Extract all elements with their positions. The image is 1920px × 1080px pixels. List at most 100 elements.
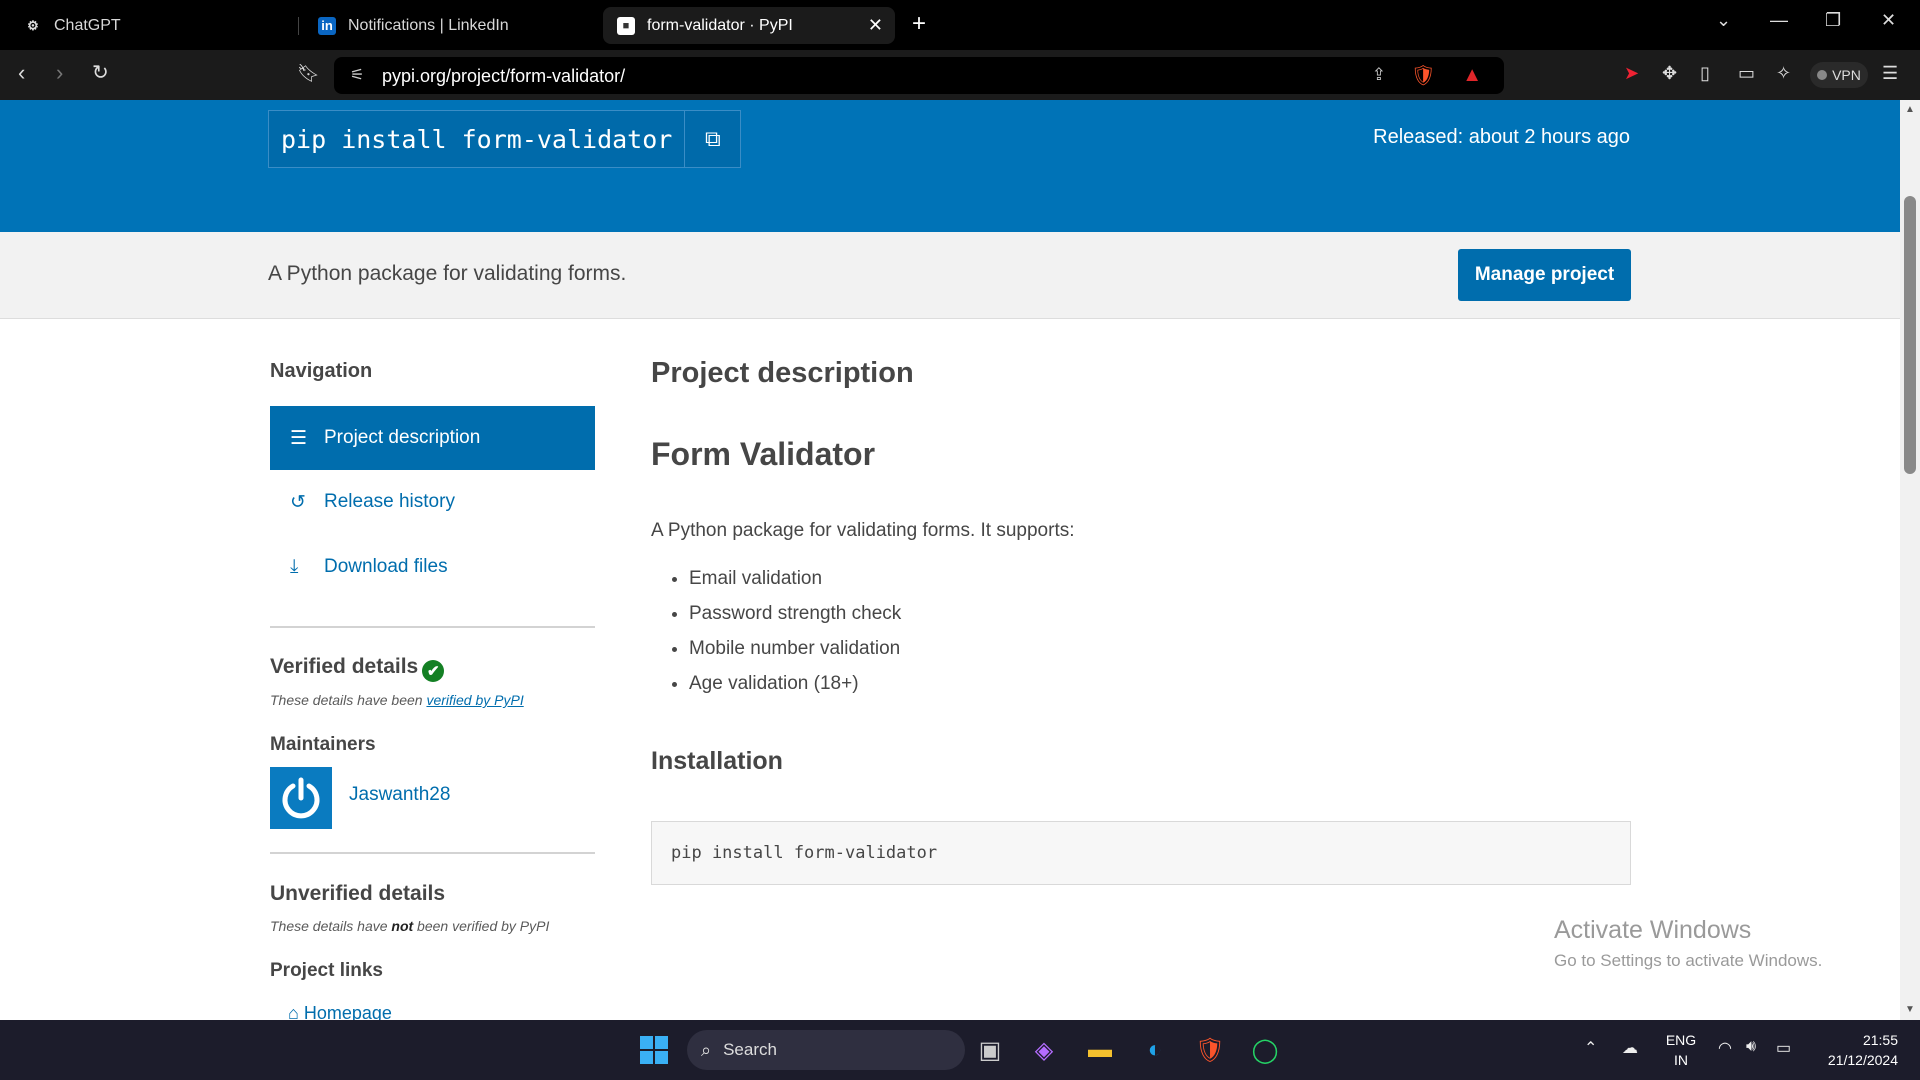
- verified-check-icon: ✔: [422, 660, 445, 682]
- unverified-note-suffix: been verified by PyPI: [413, 918, 550, 934]
- chatgpt-icon: ⚙: [27, 17, 39, 33]
- windows-start-icon[interactable]: [636, 1032, 672, 1068]
- verified-note-text: These details have been: [270, 692, 427, 708]
- whatsapp-icon[interactable]: ◯: [1247, 1032, 1283, 1068]
- package-header: pip install form-validator ⧉ Released: a…: [0, 100, 1900, 232]
- browser-toolbar: ‹ › ↻ 🔖︎ ⚟ pypi.org/project/form-validat…: [0, 50, 1920, 100]
- activate-windows-watermark: Activate Windows Go to Settings to activ…: [1554, 916, 1822, 971]
- tab-list-chevron-icon[interactable]: ⌄: [1716, 10, 1731, 31]
- bookmark-icon[interactable]: 🔖︎: [297, 63, 320, 84]
- pip-command-box: pip install form-validator ⧉: [268, 110, 742, 168]
- tab-form-validator[interactable]: ■ form-validator · PyPI ✕: [603, 7, 895, 44]
- date: 21/12/2024: [1827, 1052, 1898, 1068]
- task-view-icon[interactable]: ▣: [972, 1032, 1008, 1068]
- feature-list: Email validation Password strength check…: [689, 568, 901, 708]
- list-icon: ☰: [290, 427, 308, 449]
- copy-icon[interactable]: ⧉: [684, 111, 740, 167]
- maintainers-heading: Maintainers: [270, 734, 376, 755]
- search-label: Search: [723, 1040, 777, 1059]
- taskbar-search[interactable]: ⌕ Search: [687, 1030, 965, 1070]
- readme-title: Form Validator: [651, 436, 876, 472]
- scrollbar-thumb[interactable]: [1904, 196, 1916, 474]
- manage-project-button[interactable]: Manage project: [1458, 249, 1631, 301]
- minimize-icon[interactable]: —: [1770, 10, 1788, 31]
- forward-icon[interactable]: ›: [56, 60, 63, 86]
- battery-icon[interactable]: ▭: [1776, 1038, 1791, 1058]
- volume-icon[interactable]: 🔊︎: [1746, 1038, 1756, 1056]
- power-avatar-icon: [282, 777, 320, 819]
- tab-linkedin[interactable]: in Notifications | LinkedIn: [304, 7, 594, 44]
- maintainer-link[interactable]: Jaswanth28: [349, 784, 450, 806]
- pip-command[interactable]: pip install form-validator: [269, 111, 684, 167]
- install-code-block[interactable]: pip install form-validator: [651, 821, 1631, 885]
- download-icon: ⤓: [290, 556, 299, 577]
- menu-icon[interactable]: ☰: [1882, 63, 1898, 84]
- share-icon[interactable]: ⇪: [1372, 65, 1386, 85]
- homepage-link[interactable]: ⌂ Homepage: [288, 1003, 392, 1020]
- new-tab-button[interactable]: +: [912, 12, 926, 36]
- homepage-label: Homepage: [303, 1003, 392, 1020]
- unverified-details-heading: Unverified details: [270, 882, 446, 905]
- watermark-subtitle: Go to Settings to activate Windows.: [1554, 951, 1823, 970]
- edge-icon[interactable]: ◐: [1137, 1032, 1173, 1068]
- wifi-icon[interactable]: ◠: [1718, 1038, 1732, 1058]
- nav-release-history[interactable]: ↺ Release history: [270, 470, 595, 534]
- onedrive-icon[interactable]: ☁: [1622, 1038, 1638, 1058]
- nav-project-description[interactable]: ☰ Project description: [270, 406, 595, 470]
- nav-download-files[interactable]: ⤓ Download files: [270, 535, 595, 599]
- extensions-puzzle-icon[interactable]: ✥: [1662, 63, 1677, 84]
- language-indicator[interactable]: ENG IN: [1664, 1030, 1698, 1070]
- vpn-button[interactable]: VPN: [1810, 62, 1868, 88]
- verified-details-heading: Verified details ✔: [270, 655, 445, 682]
- back-icon[interactable]: ‹: [18, 60, 25, 86]
- readme-intro: A Python package for validating forms. I…: [651, 520, 1075, 541]
- linkedin-icon: in: [318, 16, 336, 35]
- window-close-icon[interactable]: ✕: [1881, 10, 1896, 31]
- brave-shields-icon[interactable]: 🛡︎: [1411, 63, 1436, 88]
- url-text[interactable]: pypi.org/project/form-validator/: [382, 66, 625, 87]
- reload-icon[interactable]: ↻: [92, 60, 109, 85]
- project-links-heading: Project links: [270, 960, 383, 981]
- watermark-title: Activate Windows: [1554, 916, 1752, 944]
- windows-logo-icon: [640, 1036, 668, 1064]
- address-bar[interactable]: ⚟ pypi.org/project/form-validator/ ⇪ 🛡︎ …: [334, 57, 1504, 94]
- vpn-status-icon: [1817, 70, 1828, 80]
- tab-chatgpt[interactable]: ⚙ ChatGPT: [10, 7, 290, 44]
- package-summary: A Python package for validating forms.: [268, 262, 627, 285]
- scroll-down-icon[interactable]: ▼: [1905, 1004, 1915, 1015]
- release-date: Released: about 2 hours ago: [1373, 126, 1630, 148]
- copilot-icon[interactable]: ◈: [1026, 1032, 1062, 1068]
- list-item: Password strength check: [689, 603, 901, 638]
- brave-browser-icon[interactable]: 🛡︎: [1192, 1032, 1228, 1068]
- nav-label: Download files: [324, 556, 448, 577]
- history-icon: ↺: [290, 491, 306, 513]
- installation-heading: Installation: [651, 747, 783, 775]
- tab-title: Notifications | LinkedIn: [348, 16, 509, 34]
- windows-taskbar: ⌕ Search ▣ ◈ ▬ ◐ 🛡︎ ◯ ⌃ ☁ ENG IN ◠ 🔊︎ ▭ …: [0, 1020, 1920, 1080]
- extension-icon[interactable]: ➤: [1624, 63, 1639, 84]
- site-settings-icon[interactable]: ⚟: [350, 65, 364, 85]
- restore-icon[interactable]: ❐: [1825, 10, 1841, 31]
- leo-ai-icon[interactable]: ✧: [1776, 63, 1791, 84]
- wallet-icon[interactable]: ▭: [1738, 63, 1755, 84]
- sidebar-icon[interactable]: ▯: [1700, 63, 1710, 84]
- list-item: Age validation (18+): [689, 673, 901, 708]
- project-description-heading: Project description: [651, 357, 914, 389]
- unverified-note-bold: not: [391, 918, 414, 934]
- avatar[interactable]: [270, 767, 332, 829]
- home-icon: ⌂: [288, 1003, 304, 1020]
- tab-separator: [298, 17, 299, 35]
- clock[interactable]: 21:55 21/12/2024: [1818, 1030, 1898, 1070]
- brave-rewards-icon[interactable]: ▲: [1462, 64, 1482, 87]
- close-icon[interactable]: ✕: [868, 15, 883, 36]
- nav-label: Release history: [324, 491, 455, 512]
- tray-chevron-up-icon[interactable]: ⌃: [1584, 1038, 1597, 1058]
- search-icon: ⌕: [701, 1039, 712, 1060]
- unverified-note-prefix: These details have: [270, 918, 392, 934]
- tab-title: form-validator · PyPI: [647, 16, 793, 34]
- verified-heading-text: Verified details: [270, 655, 419, 678]
- lang-region: IN: [1674, 1052, 1688, 1068]
- verified-by-pypi-link[interactable]: verified by PyPI: [426, 692, 523, 708]
- file-explorer-icon[interactable]: ▬: [1082, 1032, 1118, 1068]
- scroll-up-icon[interactable]: ▲: [1905, 104, 1915, 115]
